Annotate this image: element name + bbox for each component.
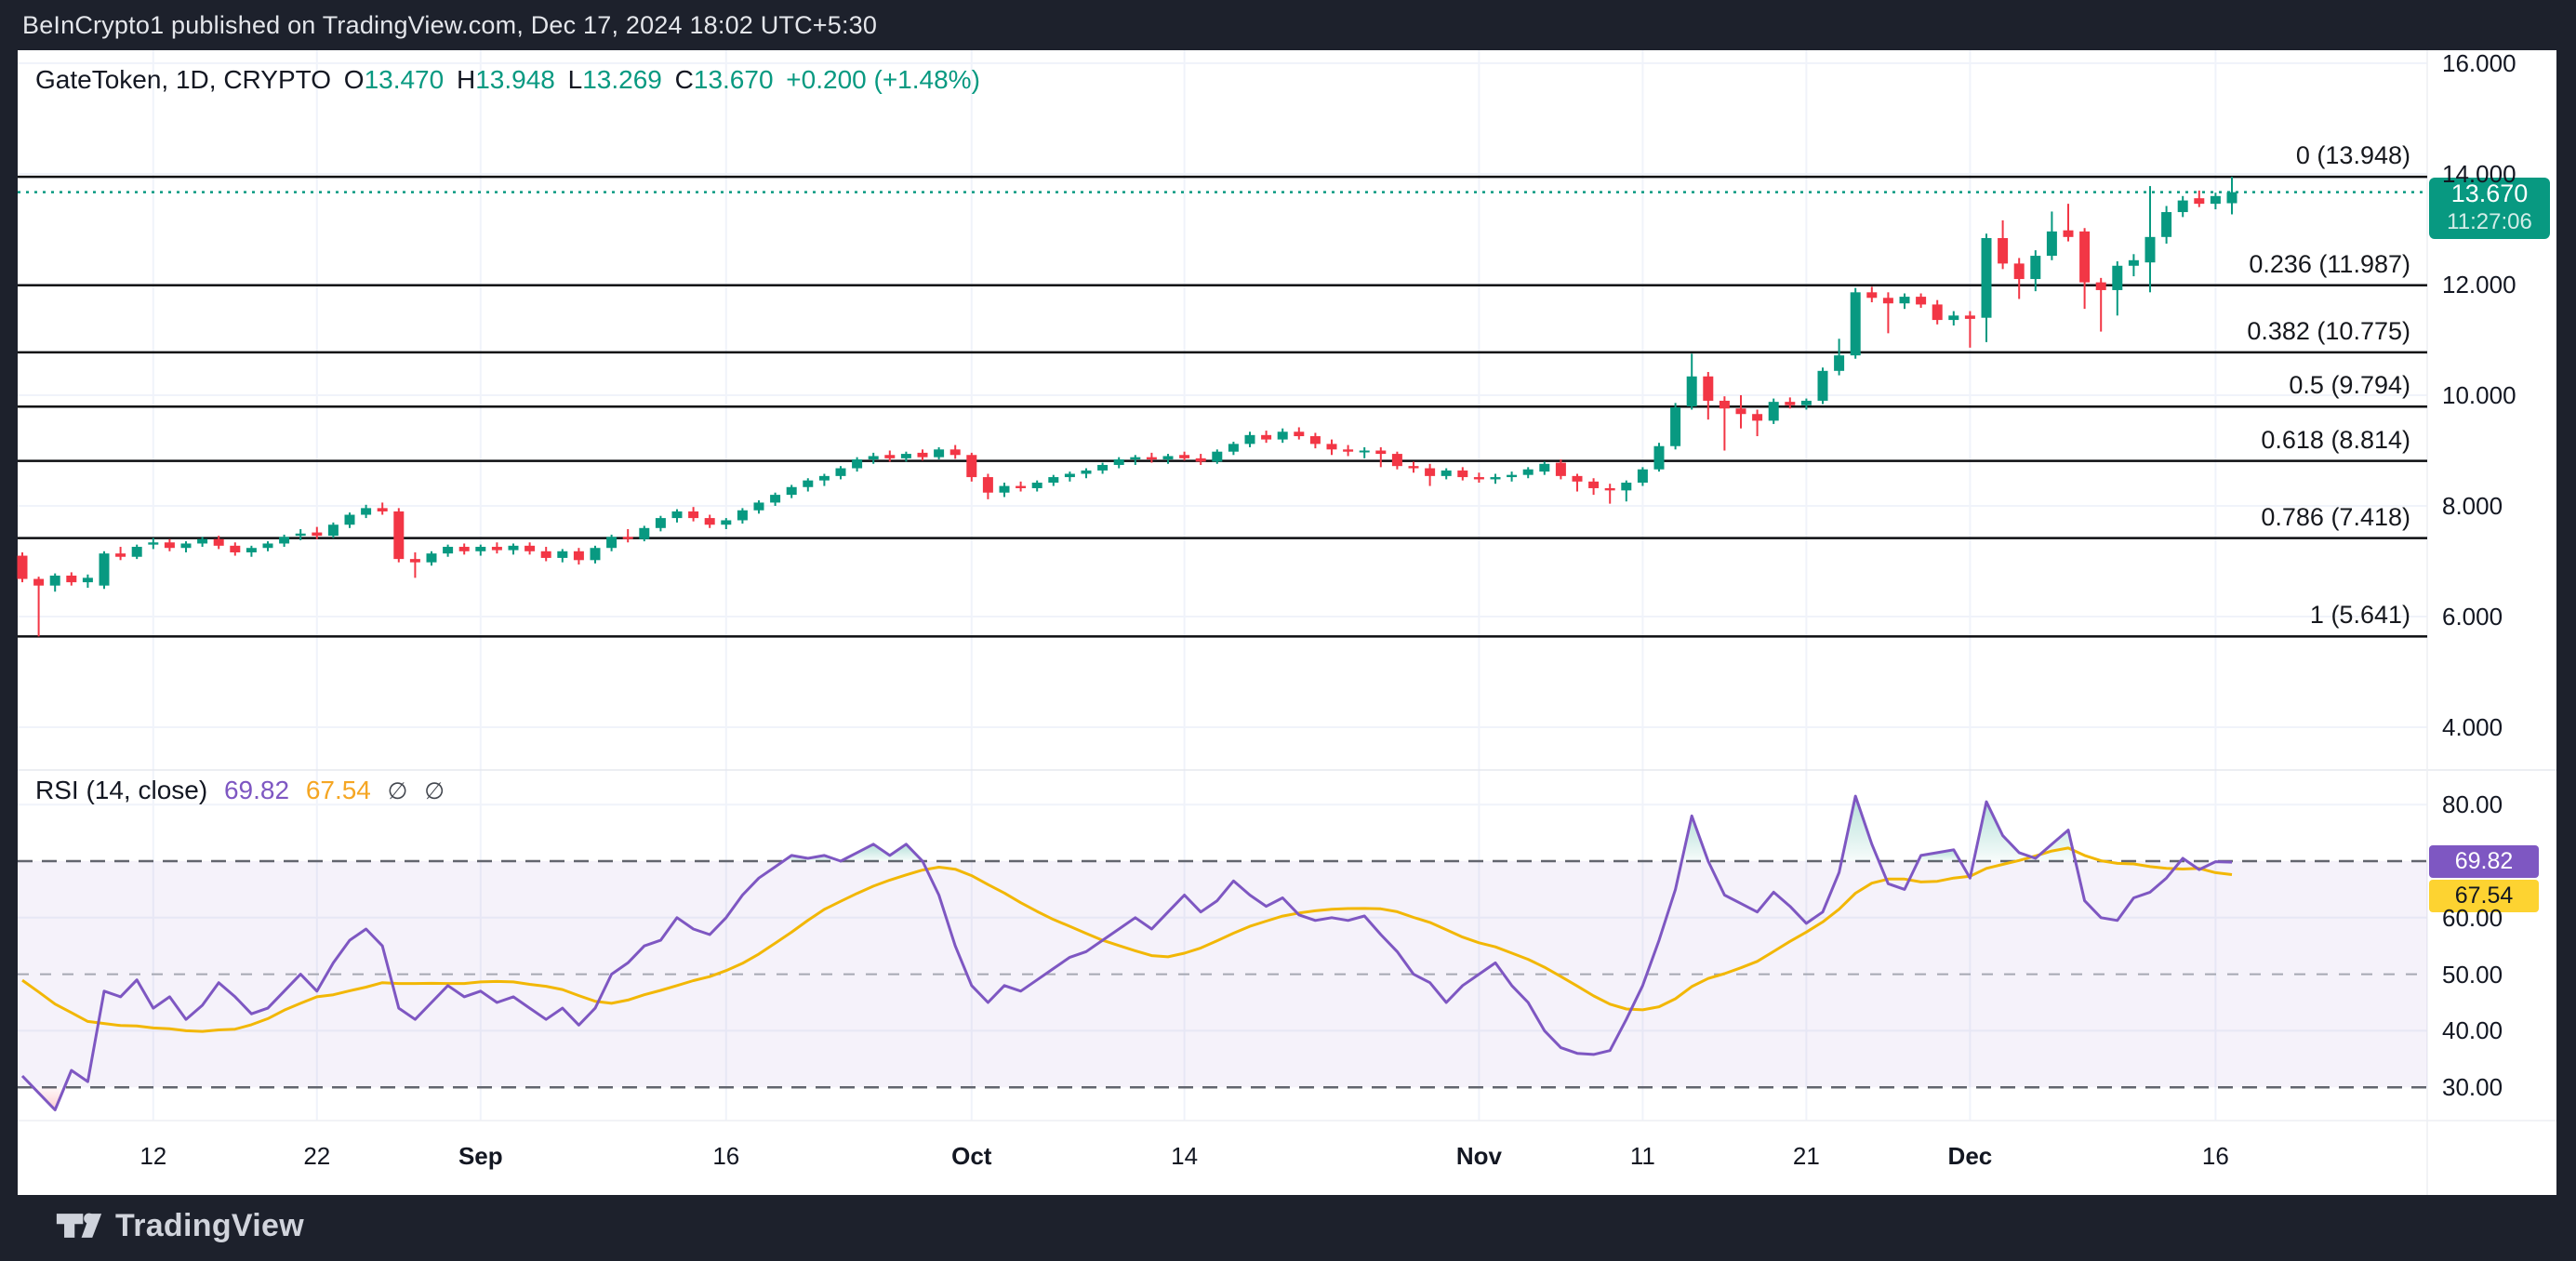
published-chart-page: BeInCrypto1 published on TradingView.com…	[0, 0, 2576, 1261]
symbol-legend: GateToken, 1D, CRYPTO O13.470 H13.948 L1…	[35, 65, 986, 95]
high-key: H	[457, 65, 475, 94]
price-axis-tick: 10.000	[2442, 380, 2516, 410]
close-value: 13.670	[694, 65, 774, 94]
symbol-title: GateToken, 1D, CRYPTO	[35, 65, 331, 94]
time-axis-tick: 14	[1171, 1140, 1198, 1172]
time-axis-tick: 22	[303, 1140, 330, 1172]
time-axis-tick: 11	[1630, 1140, 1655, 1172]
empty-set-icon: ∅	[424, 778, 445, 804]
tradingview-wordmark: TradingView	[115, 1208, 304, 1244]
chart-panel	[18, 50, 2556, 1195]
rsi-axis-tick: 50.00	[2442, 960, 2503, 989]
tradingview-logo-icon	[56, 1207, 102, 1244]
low-value: 13.269	[582, 65, 662, 94]
rsi-value: 69.82	[224, 776, 289, 804]
rsi-axis-tick: 30.00	[2442, 1072, 2503, 1102]
rsi-ma-value: 67.54	[306, 776, 371, 804]
fib-level-label: 0.236 (11.987)	[2249, 248, 2410, 280]
open-key: O	[344, 65, 365, 94]
time-axis-tick: 16	[712, 1140, 739, 1172]
rsi-axis-tick: 40.00	[2442, 1015, 2503, 1045]
low-key: L	[568, 65, 583, 94]
time-axis-tick: 12	[139, 1140, 166, 1172]
high-value: 13.948	[475, 65, 555, 94]
time-axis-tick: Oct	[951, 1140, 991, 1172]
fib-level-label: 0.5 (9.794)	[2289, 369, 2410, 401]
time-axis-tick: 21	[1793, 1140, 1820, 1172]
time-axis-tick: Nov	[1456, 1140, 1502, 1172]
price-axis-tick: 12.000	[2442, 270, 2516, 299]
price-axis-tick: 6.000	[2442, 602, 2503, 631]
rsi-title: RSI (14, close)	[35, 776, 207, 804]
time-axis-tick: Dec	[1948, 1140, 1993, 1172]
price-axis-tick: 8.000	[2442, 491, 2503, 521]
publication-attribution: BeInCrypto1 published on TradingView.com…	[22, 11, 877, 40]
fib-level-label: 0.786 (7.418)	[2261, 501, 2410, 533]
tradingview-logo[interactable]: TradingView	[56, 1207, 304, 1244]
rsi-value-badge: 69.82	[2429, 845, 2539, 878]
price-axis-tick: 4.000	[2442, 712, 2503, 742]
close-key: C	[675, 65, 694, 94]
rsi-legend: RSI (14, close) 69.82 67.54 ∅ ∅	[35, 776, 454, 805]
fib-level-label: 0 (13.948)	[2296, 139, 2410, 171]
open-value: 13.470	[365, 65, 445, 94]
price-axis-tick: 14.000	[2442, 159, 2516, 189]
price-axis-tick: 16.000	[2442, 48, 2516, 78]
countdown-timer: 11:27:06	[2429, 209, 2550, 235]
fib-level-label: 1 (5.641)	[2310, 599, 2410, 630]
rsi-axis-tick: 60.00	[2442, 903, 2503, 933]
time-axis-tick: 16	[2202, 1140, 2229, 1172]
change-value: +0.200 (+1.48%)	[786, 65, 980, 94]
time-axis-tick: Sep	[458, 1140, 503, 1172]
rsi-axis-tick: 80.00	[2442, 790, 2503, 819]
fib-level-label: 0.382 (10.775)	[2247, 315, 2410, 347]
fib-level-label: 0.618 (8.814)	[2261, 424, 2410, 456]
empty-set-icon: ∅	[388, 778, 408, 804]
